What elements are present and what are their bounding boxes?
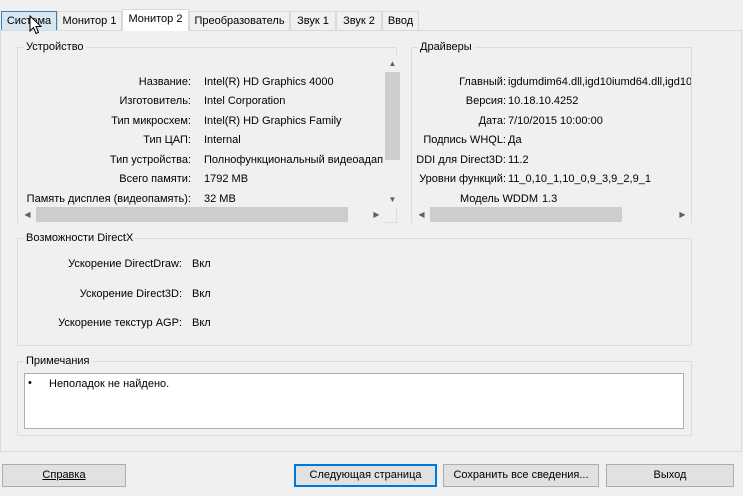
driver-date-label: Дата:: [478, 115, 506, 127]
dac-type-value: Internal: [204, 134, 241, 146]
device-name-value: Intel(R) HD Graphics 4000: [204, 76, 334, 88]
device-type-value: Полнофункциональный видеоадап: [204, 154, 384, 166]
driver-version-value: 10.18.10.4252: [508, 95, 579, 107]
drivers-hscrollbar[interactable]: ◀ ▶: [413, 206, 691, 223]
total-memory-value: 1792 MB: [204, 173, 249, 185]
tab-sound-2[interactable]: Звук 2: [336, 11, 382, 30]
device-vscroll-thumb[interactable]: [385, 72, 400, 160]
device-group-title: Устройство: [24, 40, 86, 54]
driver-version-label: Версия:: [465, 95, 506, 107]
drivers-group: Драйверы Главный: igdumdim64.dll,igd10iu…: [411, 40, 692, 223]
chip-type-label: Тип микросхем:: [111, 115, 191, 127]
help-button[interactable]: Справка: [2, 464, 126, 487]
manufacturer-value: Intel Corporation: [204, 95, 286, 107]
scroll-left-icon[interactable]: ◀: [413, 206, 430, 223]
agp-label: Ускорение текстур AGP:: [58, 317, 182, 329]
scroll-down-icon[interactable]: ▼: [384, 191, 401, 208]
drivers-hscroll-thumb[interactable]: [430, 207, 622, 222]
scroll-right-icon[interactable]: ▶: [674, 206, 691, 223]
driver-date-value: 7/10/2015 10:00:00: [508, 115, 603, 127]
notes-group: Примечания • Неполадок не найдено.: [17, 354, 692, 436]
wddm-value: 1.3: [542, 193, 558, 205]
tab-converter[interactable]: Преобразователь: [189, 11, 290, 30]
directx-group-title: Возможности DirectX: [24, 231, 136, 245]
ddi-label: DDI для Direct3D:: [416, 154, 506, 166]
whql-value: Да: [508, 134, 522, 146]
drivers-list: Главный: igdumdim64.dll,igd10iumd64.dll,…: [413, 56, 691, 208]
exit-button[interactable]: Выход: [606, 464, 734, 487]
device-name-label: Название:: [138, 76, 191, 88]
device-list: Название: Intel(R) HD Graphics 4000 Изго…: [19, 56, 385, 208]
device-hscrollbar[interactable]: ◀ ▶: [19, 206, 385, 223]
feature-levels-label: Уровни функций:: [419, 173, 506, 185]
device-type-label: Тип устройства:: [109, 154, 191, 166]
note-item: Неполадок не найдено.: [49, 378, 170, 390]
total-memory-label: Всего памяти:: [119, 173, 191, 185]
scroll-up-icon[interactable]: ▲: [384, 55, 401, 72]
device-vscrollbar[interactable]: ▲ ▼: [384, 55, 401, 208]
manufacturer-label: Изготовитель:: [119, 95, 192, 107]
next-page-button[interactable]: Следующая страница: [294, 464, 437, 487]
feature-levels-value: 11_0,10_1,10_0,9_3,9_2,9_1: [508, 173, 651, 185]
notes-textbox[interactable]: • Неполадок не найдено.: [24, 373, 684, 429]
save-all-info-button[interactable]: Сохранить все сведения...: [443, 464, 599, 487]
directdraw-value: Вкл: [192, 258, 211, 270]
exit-button-label: Выход: [653, 469, 687, 481]
dac-type-label: Тип ЦАП:: [143, 134, 191, 146]
direct3d-label: Ускорение Direct3D:: [79, 288, 182, 300]
driver-main-label: Главный:: [459, 76, 506, 88]
device-group: Устройство Название: Intel(R) HD Graphic…: [17, 40, 401, 223]
directx-group: Возможности DirectX Ускорение DirectDraw…: [17, 231, 692, 346]
directdraw-label: Ускорение DirectDraw:: [68, 258, 182, 270]
scroll-left-icon[interactable]: ◀: [19, 206, 36, 223]
driver-main-value: igdumdim64.dll,igd10iumd64.dll,igd10iu: [508, 76, 691, 88]
tab-sound-1[interactable]: Звук 1: [290, 11, 336, 30]
tab-input[interactable]: Ввод: [382, 11, 419, 30]
ddi-value: 11.2: [508, 154, 529, 166]
next-page-button-label: Следующая страница: [309, 469, 422, 481]
whql-label: Подпись WHQL:: [423, 134, 506, 146]
agp-value: Вкл: [192, 317, 211, 329]
bullet-icon: •: [28, 377, 32, 389]
device-hscroll-thumb[interactable]: [36, 207, 348, 222]
tab-strip: Система Монитор 1 Монитор 2 Преобразоват…: [0, 9, 743, 31]
scroll-right-icon[interactable]: ▶: [368, 206, 385, 223]
save-all-info-button-label: Сохранить все сведения...: [453, 469, 589, 481]
mouse-cursor-icon: [29, 15, 42, 35]
drivers-group-title: Драйверы: [418, 40, 474, 54]
notes-group-title: Примечания: [24, 354, 92, 368]
wddm-label: Модель WDDM: [460, 193, 538, 205]
help-button-label: Справка: [42, 469, 86, 481]
display-memory-value: 32 MB: [204, 193, 236, 205]
tab-monitor-1[interactable]: Монитор 1: [57, 11, 122, 30]
direct3d-value: Вкл: [192, 288, 211, 300]
chip-type-value: Intel(R) HD Graphics Family: [204, 115, 342, 127]
tab-monitor-2[interactable]: Монитор 2: [122, 9, 189, 31]
display-memory-label: Память дисплея (видеопамять):: [26, 193, 191, 205]
